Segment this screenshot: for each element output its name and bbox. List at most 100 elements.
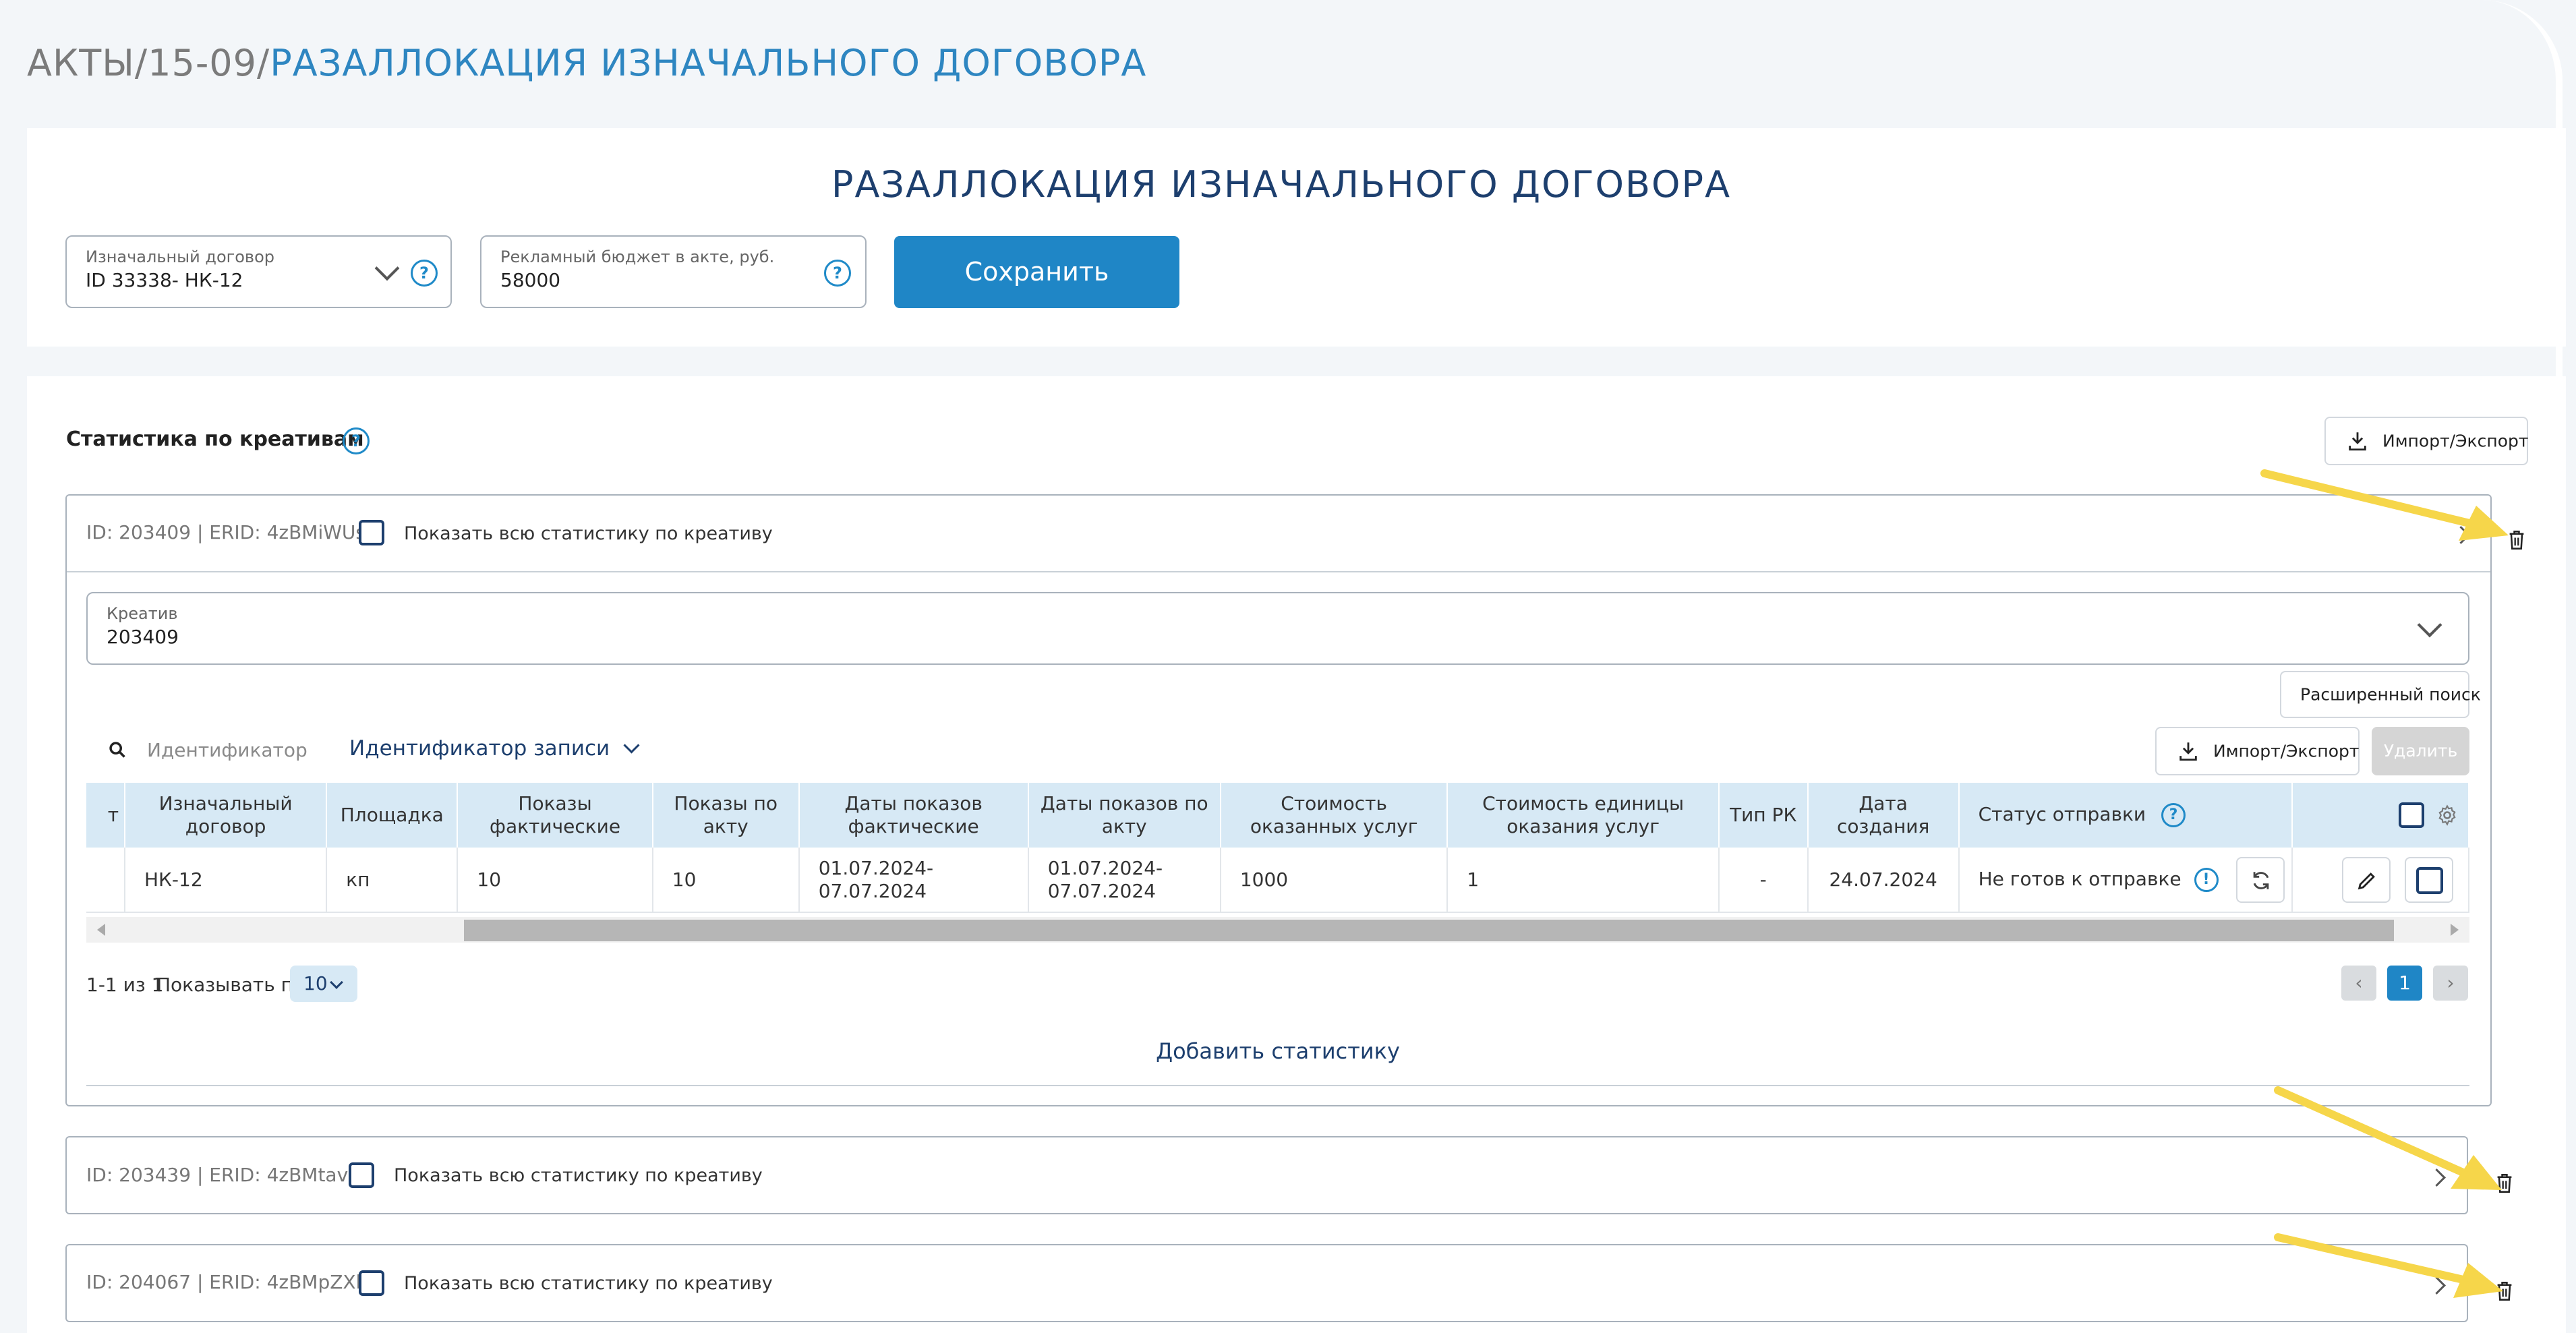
- budget-field-label: Рекламный бюджет в акте, руб.: [500, 247, 775, 266]
- scrollbar-thumb[interactable]: [464, 920, 2394, 941]
- creative-header: ID: 203409 | ERID: 4zBMiWUs: [86, 521, 365, 543]
- creative-select[interactable]: Креатив 203409: [86, 592, 2469, 665]
- col-header: Изначальный договор: [125, 783, 328, 848]
- next-page-button[interactable]: ›: [2433, 966, 2468, 1001]
- advanced-search-label: Расширенный поиск: [2300, 684, 2481, 705]
- actions-cell: [2292, 848, 2469, 913]
- col-header-actions: [2292, 783, 2469, 848]
- col-header: т: [86, 783, 125, 848]
- row-checkbox[interactable]: [2416, 866, 2443, 894]
- import-export-label: Импорт/Экспорт: [2382, 431, 2529, 451]
- table-cell: 01.07.2024-07.07.2024: [1028, 848, 1221, 913]
- download-icon: [2349, 432, 2366, 451]
- contract-select[interactable]: Изначальный договор ID 33338- НК-12 ?: [65, 235, 452, 308]
- table-cell: НК-12: [125, 848, 328, 913]
- show-all-label: Показать всю статистику по креативу: [404, 1273, 773, 1294]
- trash-icon[interactable]: [2507, 530, 2526, 550]
- show-all-label: Показать всю статистику по креативу: [404, 523, 773, 544]
- status-text: Не готов к отправке: [1978, 867, 2182, 890]
- prev-page-button[interactable]: ‹: [2341, 966, 2376, 1001]
- show-all-label: Показать всю статистику по креативу: [394, 1165, 763, 1186]
- status-header-label: Статус отправки: [1978, 803, 2146, 825]
- help-icon[interactable]: ?: [824, 260, 851, 287]
- accordion-divider: [67, 571, 2490, 572]
- status-cell: Не готов к отправке !: [1958, 848, 2293, 913]
- creative-select-label: Креатив: [107, 604, 178, 623]
- col-header: Стоимость оказанных услуг: [1220, 783, 1448, 848]
- pagination-range: 1-1 из 1: [86, 974, 164, 996]
- col-header: Стоимость единицы оказания услуг: [1447, 783, 1720, 848]
- help-icon[interactable]: ?: [343, 427, 370, 454]
- per-page-select[interactable]: 10: [290, 966, 357, 1002]
- show-all-checkbox[interactable]: [359, 520, 384, 545]
- breadcrumb: АКТЫ/15-09/РАЗАЛЛОКАЦИЯ ИЗНАЧАЛЬНОГО ДОГ…: [27, 42, 1146, 84]
- add-statistic-link[interactable]: Добавить статистику: [0, 1038, 2556, 1064]
- edit-button[interactable]: [2342, 856, 2391, 903]
- row-select-button[interactable]: [2405, 856, 2453, 903]
- trash-icon[interactable]: [2495, 1281, 2514, 1301]
- creative-header: ID: 203439 | ERID: 4zBMtavo: [86, 1164, 360, 1186]
- creative-select-value: 203409: [107, 626, 179, 648]
- table-header-row: т Изначальный договор Площадка Показы фа…: [86, 783, 2469, 848]
- refresh-button[interactable]: [2236, 856, 2285, 903]
- pencil-icon: [2358, 872, 2376, 889]
- table-import-export-button[interactable]: Импорт/Экспорт: [2155, 727, 2360, 775]
- download-icon: [2179, 742, 2197, 761]
- col-header: Площадка: [326, 783, 459, 848]
- scroll-left-icon[interactable]: [97, 924, 105, 936]
- trash-icon[interactable]: [2495, 1173, 2514, 1193]
- scroll-right-icon[interactable]: [2451, 924, 2459, 936]
- page-title: РАЗАЛЛОКАЦИЯ ИЗНАЧАЛЬНОГО ДОГОВОРА: [831, 163, 1732, 206]
- col-header: Тип РК: [1718, 783, 1809, 848]
- show-all-checkbox[interactable]: [359, 1270, 384, 1296]
- page-1-button[interactable]: 1: [2387, 966, 2422, 1001]
- refresh-icon: [2254, 871, 2269, 889]
- breadcrumb-parent[interactable]: АКТЫ/15-09/: [27, 42, 270, 84]
- col-header: Показы по акту: [652, 783, 800, 848]
- budget-field-value: 58000: [500, 269, 561, 291]
- chevron-down-icon[interactable]: [374, 256, 400, 281]
- filter-field-label: Идентификатор записи: [349, 736, 610, 761]
- contract-select-label: Изначальный договор: [86, 247, 274, 266]
- creative-header: ID: 204067 | ERID: 4zBMpZXh: [86, 1271, 368, 1293]
- chevron-down-icon[interactable]: [2417, 612, 2442, 638]
- table-cell: кп: [326, 848, 459, 913]
- divider: [86, 1085, 2469, 1086]
- statistics-table-grid: т Изначальный договор Площадка Показы фа…: [86, 783, 2469, 913]
- table-cell: 24.07.2024: [1807, 848, 1960, 913]
- help-icon[interactable]: ?: [2161, 803, 2186, 827]
- statistics-table: т Изначальный договор Площадка Показы фа…: [86, 783, 2469, 915]
- table-cell: 10: [652, 848, 800, 913]
- chevron-down-icon: [330, 976, 343, 989]
- table-cell: 10: [457, 848, 653, 913]
- col-header-status: Статус отправки ?: [1958, 783, 2293, 848]
- table-cell: -: [1718, 848, 1809, 913]
- contract-select-value: ID 33338- НК-12: [86, 269, 243, 291]
- per-page-label: Показывать по: [156, 974, 305, 996]
- help-icon[interactable]: ?: [411, 260, 438, 287]
- budget-field[interactable]: Рекламный бюджет в акте, руб. 58000 ?: [480, 235, 867, 308]
- breadcrumb-current: РАЗАЛЛОКАЦИЯ ИЗНАЧАЛЬНОГО ДОГОВОРА: [270, 42, 1147, 84]
- col-header: Дата создания: [1807, 783, 1960, 848]
- col-header: Даты показов фактические: [798, 783, 1029, 848]
- save-button[interactable]: Сохранить: [894, 236, 1179, 308]
- search-icon: [109, 742, 125, 758]
- search-input[interactable]: Идентификатор записи: [147, 739, 309, 766]
- table-cell: 1000: [1220, 848, 1448, 913]
- section-title: Статистика по креативам: [66, 427, 364, 451]
- import-export-button[interactable]: Импорт/Экспорт: [2324, 417, 2528, 465]
- col-header: Показы фактические: [457, 783, 653, 848]
- select-all-checkbox[interactable]: [2399, 802, 2425, 828]
- advanced-search-button[interactable]: Расширенный поиск: [2280, 671, 2481, 718]
- gear-icon[interactable]: [2436, 804, 2459, 827]
- delete-button[interactable]: Удалить: [2372, 727, 2469, 775]
- table-import-export-label: Импорт/Экспорт: [2213, 741, 2360, 761]
- filter-field-select[interactable]: Идентификатор записи: [349, 736, 640, 761]
- table-row: НК-12 кп 10 10 01.07.2024-07.07.2024 01.…: [86, 848, 2469, 913]
- table-cell: [86, 848, 125, 913]
- show-all-checkbox[interactable]: [349, 1162, 374, 1188]
- table-cell: 01.07.2024-07.07.2024: [798, 848, 1029, 913]
- per-page-value: 10: [303, 972, 328, 995]
- info-icon[interactable]: !: [2194, 867, 2219, 892]
- col-header: Даты показов по акту: [1028, 783, 1221, 848]
